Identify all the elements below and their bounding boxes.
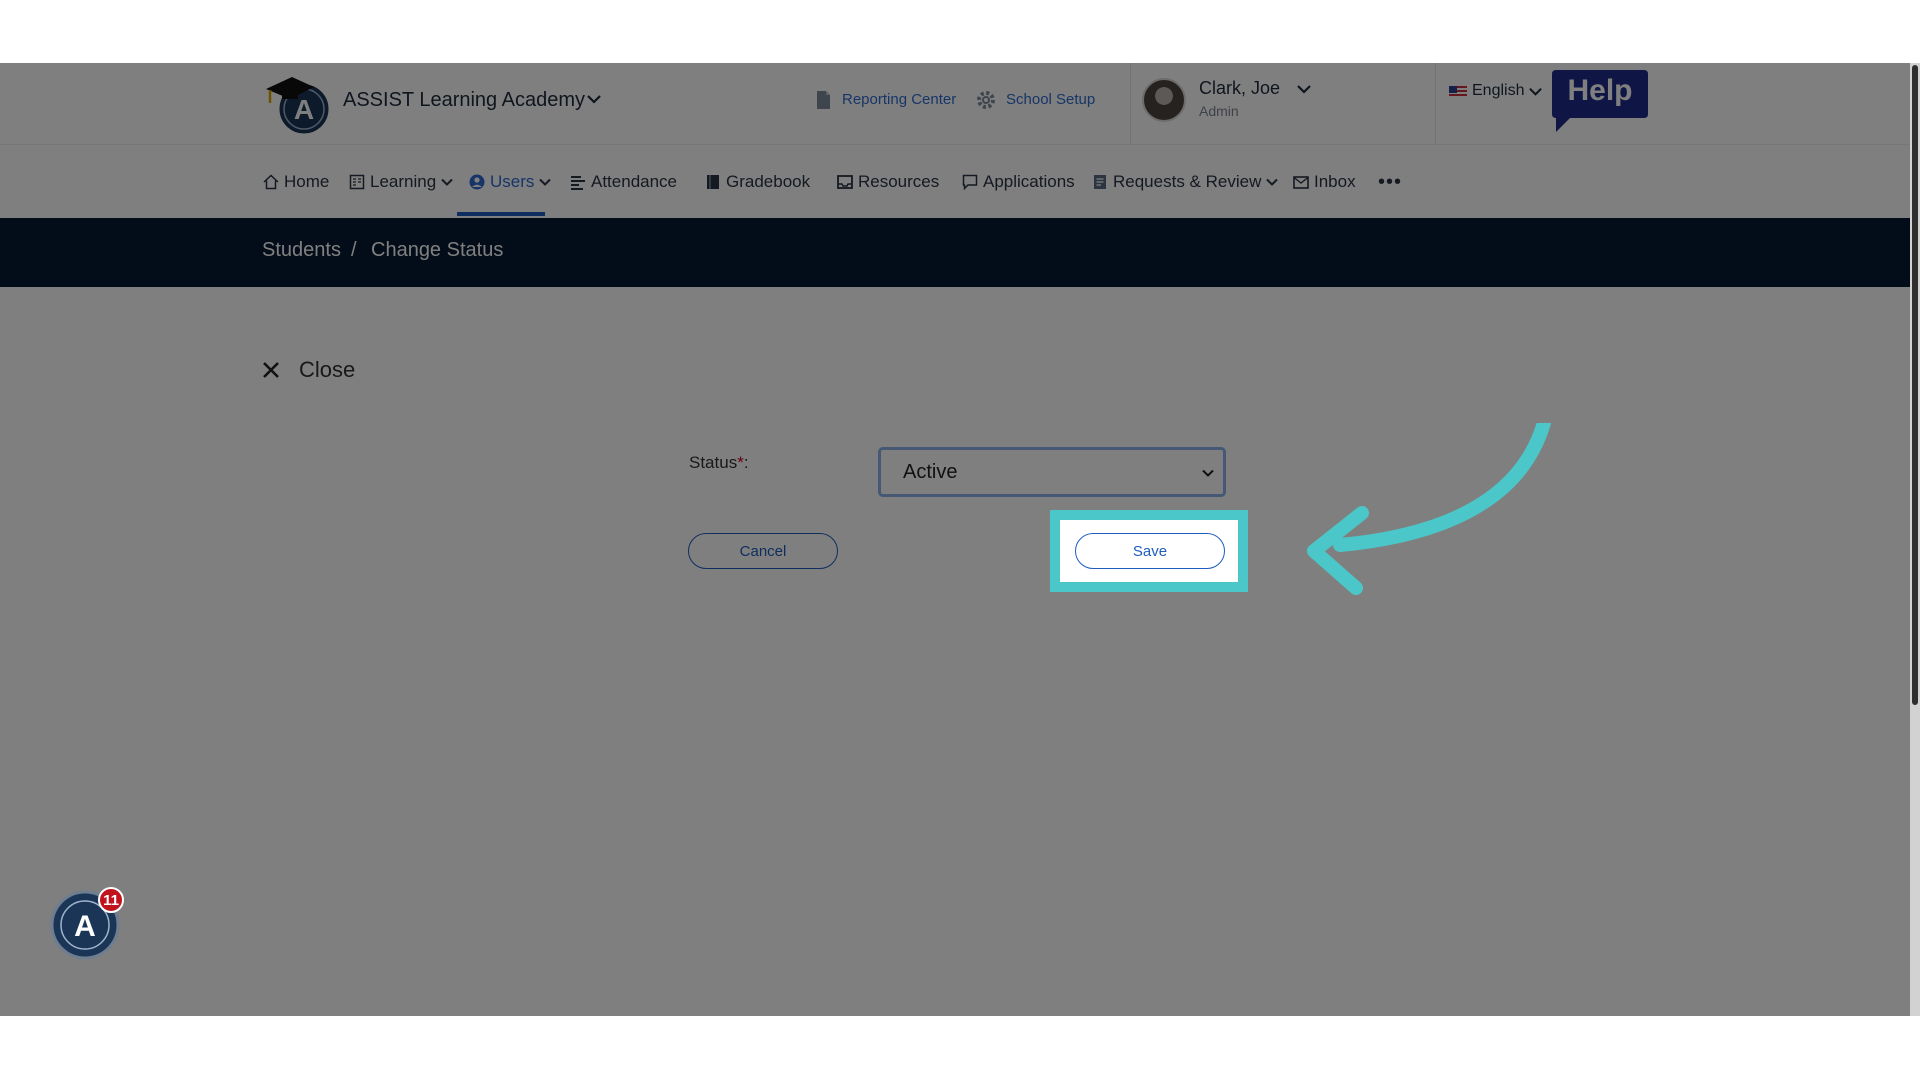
nav-users[interactable]: Users [468, 170, 552, 194]
school-logo[interactable]: A [262, 67, 332, 137]
nav-learning[interactable]: Learning [348, 170, 454, 194]
document-icon [1094, 175, 1106, 189]
nav-attendance-label: Attendance [591, 172, 678, 191]
required-mark: * [737, 453, 744, 472]
breadcrumb: Students / Change Status [0, 218, 1910, 287]
nav-gradebook-label: Gradebook [726, 172, 811, 191]
nav-gradebook[interactable]: Gradebook [704, 170, 810, 194]
active-tab-indicator [457, 212, 545, 216]
mail-icon [1293, 176, 1309, 189]
nav-learning-label: Learning [370, 172, 437, 191]
chevron-down-icon[interactable] [1296, 81, 1312, 97]
header-divider [1130, 63, 1131, 145]
user-role: Admin [1199, 103, 1239, 119]
breadcrumb-separator: / [351, 239, 357, 261]
top-bar: A ASSIST Learning Academy Reporting Cent… [0, 63, 1910, 145]
status-select-value: Active [903, 460, 958, 483]
learning-icon [349, 174, 365, 190]
nav-requests-review[interactable]: Requests & Review [1091, 170, 1279, 194]
chevron-down-icon[interactable] [586, 91, 602, 107]
gear-icon [977, 91, 995, 109]
svg-text:A: A [74, 910, 96, 943]
app-frame: A ASSIST Learning Academy Reporting Cent… [0, 63, 1920, 1016]
chevron-down-icon [441, 178, 453, 186]
book-icon [707, 175, 719, 189]
nav-resources[interactable]: Resources [836, 170, 939, 194]
inbox-tray-icon [837, 175, 853, 189]
save-button[interactable]: Save [1075, 533, 1225, 569]
us-flag-icon [1449, 86, 1467, 98]
nav-resources-label: Resources [858, 172, 940, 191]
nav-home[interactable]: Home [262, 170, 329, 194]
label-suffix: : [743, 453, 749, 472]
nav-requests-review-label: Requests & Review [1113, 172, 1262, 191]
user-circle-icon [469, 174, 485, 190]
avatar[interactable] [1142, 78, 1186, 122]
chevron-down-icon[interactable] [1528, 84, 1543, 99]
main-nav: Home Learning Users Attendance Gradebook… [0, 145, 1910, 218]
chevron-down-icon [539, 178, 552, 186]
help-button[interactable]: Help [1550, 68, 1650, 138]
scrollbar-thumb[interactable] [1912, 65, 1918, 705]
status-label-text: Status [689, 453, 738, 472]
school-setup-link[interactable]: School Setup [1006, 91, 1095, 108]
reporting-center-link[interactable]: Reporting Center [842, 91, 956, 108]
status-select[interactable]: Active [878, 447, 1226, 497]
school-name[interactable]: ASSIST Learning Academy [343, 89, 585, 112]
nav-attendance[interactable]: Attendance [569, 170, 677, 194]
nav-applications-label: Applications [983, 172, 1075, 191]
home-icon [263, 174, 279, 190]
chat-icon [962, 174, 978, 191]
more-menu-icon[interactable]: ••• [1378, 170, 1402, 194]
pointer-arrow-icon [1307, 423, 1552, 595]
help-label: Help [1567, 74, 1633, 107]
chevron-down-icon [1266, 178, 1279, 186]
notification-badge: 11 [98, 887, 124, 913]
report-document-icon [817, 91, 830, 109]
nav-applications[interactable]: Applications [961, 170, 1075, 194]
close-icon[interactable] [262, 361, 280, 379]
attendance-icon [571, 176, 585, 190]
nav-inbox-label: Inbox [1314, 172, 1356, 191]
breadcrumb-students[interactable]: Students [262, 239, 341, 262]
breadcrumb-current: Change Status [371, 239, 504, 261]
chevron-down-icon [1202, 469, 1214, 477]
nav-inbox[interactable]: Inbox [1292, 170, 1356, 194]
language-selector[interactable]: English [1472, 82, 1524, 100]
status-label: Status*: [689, 453, 749, 473]
header-divider [1435, 63, 1436, 145]
nav-home-label: Home [284, 172, 330, 191]
close-button[interactable]: Close [299, 357, 355, 383]
user-name[interactable]: Clark, Joe [1199, 78, 1280, 99]
nav-users-label: Users [490, 172, 535, 191]
cancel-button[interactable]: Cancel [688, 533, 838, 569]
